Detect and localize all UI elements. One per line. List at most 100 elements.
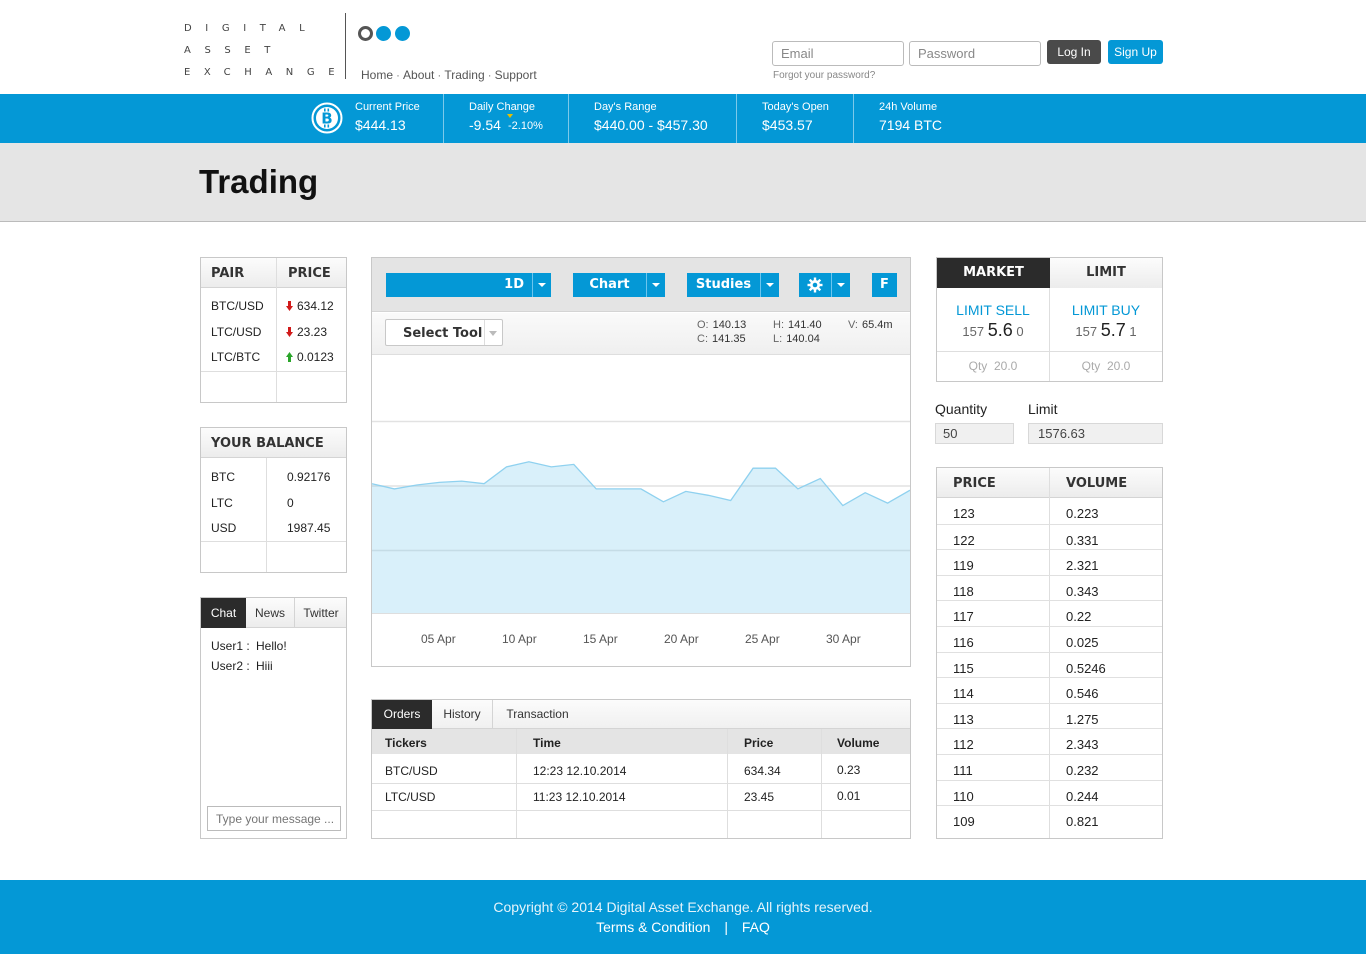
pairs-col-pair: PAIR bbox=[211, 266, 245, 281]
ticker-bar: B Current Price $444.13 Daily Change -9.… bbox=[0, 94, 1366, 143]
order-book-price: 117 bbox=[953, 609, 974, 625]
select-tool-dropdown[interactable]: Select Tool bbox=[385, 319, 503, 346]
order-book-price: 122 bbox=[953, 532, 975, 548]
nav-about[interactable]: About bbox=[403, 68, 434, 82]
balance-title: YOUR BALANCE bbox=[211, 436, 324, 451]
x-tick-label: 15 Apr bbox=[583, 632, 618, 646]
price-chart[interactable] bbox=[372, 356, 910, 614]
ohlc-close: C: 141.35 bbox=[697, 333, 746, 345]
price-area bbox=[372, 461, 910, 614]
order-book-row[interactable]: 118 0.343 bbox=[937, 574, 1162, 601]
chat-message-input[interactable] bbox=[207, 806, 341, 831]
bitcoin-icon: B bbox=[311, 102, 343, 134]
limit-field[interactable] bbox=[1028, 423, 1163, 444]
fullscreen-button[interactable]: F bbox=[872, 273, 897, 297]
tab-news[interactable]: News bbox=[246, 598, 295, 628]
quantity-label: Quantity bbox=[935, 401, 988, 417]
ticker-sub-value: -2.10% bbox=[508, 120, 543, 132]
order-book-row[interactable]: 109 0.821 bbox=[937, 805, 1162, 831]
ticker-value: $453.57 bbox=[762, 117, 813, 133]
nav-support[interactable]: Support bbox=[495, 68, 537, 82]
pairs-panel: PAIR PRICE BTC/USD 634.12 LTC/USD 23.23 … bbox=[200, 257, 347, 403]
order-book-row[interactable]: 114 0.546 bbox=[937, 677, 1162, 703]
copyright-text: Copyright © 2014 Digital Asset Exchange.… bbox=[493, 899, 873, 915]
chevron-down-icon[interactable] bbox=[760, 273, 779, 297]
order-price: 634.34 bbox=[744, 764, 781, 778]
balance-amount: 0 bbox=[287, 496, 294, 510]
order-book-row[interactable]: 116 0.025 bbox=[937, 626, 1162, 652]
orders-col-tickers: Tickers bbox=[385, 736, 427, 750]
order-book-price: 111 bbox=[953, 763, 973, 778]
orders-table-header bbox=[372, 729, 910, 754]
order-book-price: 114 bbox=[953, 686, 974, 702]
order-time: 12:23 12.10.2014 bbox=[533, 764, 627, 778]
footer-separator: | bbox=[724, 919, 728, 935]
x-tick-label: 05 Apr bbox=[421, 632, 456, 646]
signup-button[interactable]: Sign Up bbox=[1108, 40, 1163, 64]
tab-transaction[interactable]: Transaction bbox=[493, 700, 582, 729]
order-volume: 0.01 bbox=[837, 789, 861, 803]
chat-user: User2 : bbox=[211, 659, 250, 673]
nav-trading[interactable]: Trading bbox=[444, 68, 484, 82]
limit-sell-qty: Qty 20.0 bbox=[968, 359, 1018, 373]
triangle-down-icon bbox=[507, 114, 513, 118]
order-book-volume: 0.546 bbox=[1066, 686, 1099, 702]
order-book-row[interactable]: 111 0.232 bbox=[937, 754, 1162, 780]
chevron-down-icon[interactable] bbox=[831, 273, 850, 297]
studies-button[interactable]: Studies bbox=[687, 273, 760, 297]
email-field[interactable] bbox=[772, 41, 904, 66]
arrow-down-icon bbox=[286, 301, 293, 311]
chart-type-button[interactable]: Chart bbox=[573, 273, 646, 297]
chat-panel: Chat News Twitter User1 : Hello! User2 :… bbox=[200, 597, 347, 839]
ticker-label: Day's Range bbox=[594, 101, 657, 113]
chevron-down-icon[interactable] bbox=[532, 273, 551, 297]
order-book-price: 113 bbox=[953, 711, 974, 727]
forgot-password-link[interactable]: Forgot your password? bbox=[773, 70, 875, 81]
balance-currency: USD bbox=[211, 521, 237, 535]
orders-panel: Orders History Transaction Tickers Time … bbox=[371, 699, 911, 839]
limit-sell-price: 157 5.6 0 bbox=[962, 320, 1024, 340]
order-book-volume: 0.22 bbox=[1066, 609, 1092, 625]
ticker-value: 7194 BTC bbox=[879, 117, 943, 133]
x-tick-label: 25 Apr bbox=[745, 632, 780, 646]
order-book-row[interactable]: 119 2.321 bbox=[937, 549, 1162, 575]
ohlc-open: O: 140.13 bbox=[697, 319, 747, 331]
faq-link[interactable]: FAQ bbox=[742, 919, 770, 935]
password-field[interactable] bbox=[909, 41, 1041, 66]
order-book-row[interactable]: 123 0.223 bbox=[937, 498, 1162, 524]
tab-limit[interactable]: LIMIT bbox=[1050, 258, 1162, 288]
order-book-volume: 1.275 bbox=[1066, 711, 1099, 727]
tab-chat[interactable]: Chat bbox=[201, 598, 246, 628]
quantity-field[interactable] bbox=[935, 423, 1014, 444]
x-tick-label: 10 Apr bbox=[502, 632, 537, 646]
arrow-up-icon bbox=[286, 352, 293, 362]
terms-link[interactable]: Terms & Condition bbox=[596, 919, 710, 935]
settings-button[interactable] bbox=[799, 273, 831, 297]
balance-amount: 0.92176 bbox=[287, 470, 331, 484]
tab-orders[interactable]: Orders bbox=[372, 700, 432, 729]
order-book-row[interactable]: 113 1.275 bbox=[937, 702, 1162, 729]
ticker-label: 24h Volume bbox=[879, 101, 938, 113]
chevron-down-icon[interactable] bbox=[646, 273, 665, 297]
interval-select[interactable]: 1D bbox=[386, 273, 532, 297]
ohlc-low: L: 140.04 bbox=[773, 333, 820, 345]
order-book-row[interactable]: 112 2.343 bbox=[937, 728, 1162, 754]
order-book-volume: 0.343 bbox=[1066, 583, 1099, 599]
limit-buy-qty: Qty 20.0 bbox=[1081, 359, 1131, 373]
chat-message: Hiii bbox=[256, 659, 273, 673]
site-header: DIGITAL ASSET EXCHANGE Home · About · Tradin… bbox=[0, 0, 1366, 94]
order-book-price: 119 bbox=[953, 558, 974, 574]
x-tick-label: 20 Apr bbox=[664, 632, 699, 646]
login-button[interactable]: Log In bbox=[1047, 40, 1101, 64]
tab-twitter[interactable]: Twitter bbox=[295, 598, 347, 628]
tab-market[interactable]: MARKET bbox=[937, 258, 1050, 288]
tab-history[interactable]: History bbox=[432, 700, 493, 729]
order-book-row[interactable]: 115 0.5246 bbox=[937, 651, 1162, 678]
nav-home[interactable]: Home bbox=[361, 68, 393, 82]
order-book-volume: 2.321 bbox=[1066, 558, 1099, 574]
order-book-row[interactable]: 122 0.331 bbox=[937, 523, 1162, 550]
ticker-label: Today's Open bbox=[762, 101, 829, 113]
order-book-col-volume: VOLUME bbox=[1066, 476, 1128, 491]
order-book-row[interactable]: 110 0.244 bbox=[937, 779, 1162, 806]
order-book-row[interactable]: 117 0.22 bbox=[937, 600, 1162, 626]
